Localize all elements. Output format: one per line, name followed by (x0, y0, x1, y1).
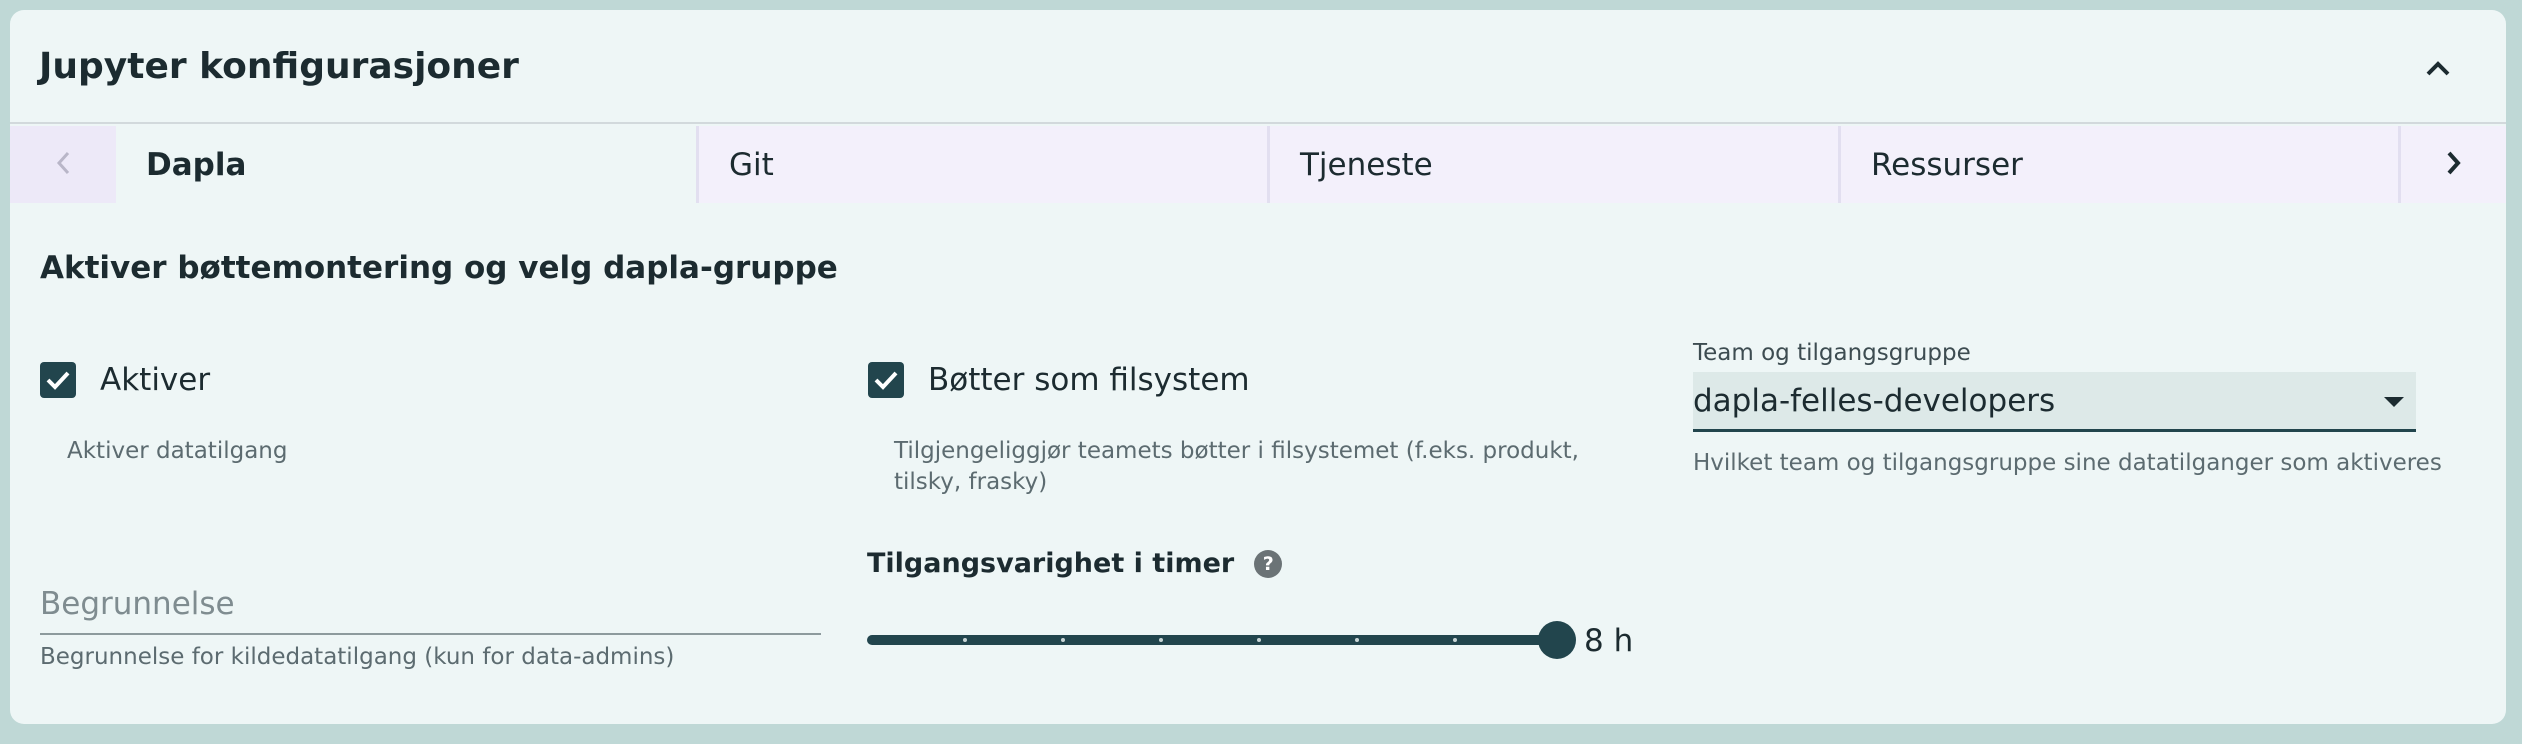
activate-checkbox[interactable]: Aktiver (40, 362, 210, 398)
tab-scroll-right-button[interactable] (2401, 126, 2506, 203)
panel-header: Jupyter konfigurasjoner (10, 10, 2506, 124)
question-icon[interactable]: ? (1254, 549, 1283, 578)
activate-label: Aktiver (100, 362, 211, 398)
tab-bar: Dapla Git Tjeneste Ressurser (10, 126, 2506, 203)
slider-mark (1355, 638, 1359, 642)
duration-value: 8 h (1584, 623, 1634, 659)
tab-scroll-left-button[interactable] (10, 126, 116, 203)
buckets-checkbox[interactable]: Bøtter som filsystem (868, 362, 1250, 398)
tab-label: Ressurser (1871, 146, 2023, 183)
team-select-helper-text: Hvilket team og tilgangsgruppe sine data… (1693, 450, 2442, 476)
section-title: Aktiver bøttemontering og velg dapla-gru… (40, 250, 838, 286)
checkbox-checked-icon (40, 362, 76, 398)
duration-slider[interactable] (867, 620, 1576, 660)
collapse-button[interactable] (2418, 50, 2458, 90)
duration-title-text: Tilgangsvarighet i timer (867, 548, 1235, 579)
chevron-left-icon (55, 150, 71, 180)
tab-tjeneste[interactable]: Tjeneste (1270, 126, 1841, 203)
tab-git[interactable]: Git (699, 126, 1270, 203)
tab-dapla[interactable]: Dapla (116, 126, 699, 203)
buckets-helper-text: Tilgjengeliggjør teamets bøtter i filsys… (894, 438, 1579, 495)
slider-mark (1257, 638, 1261, 642)
duration-title: Tilgangsvarighet i timer ? (867, 548, 1283, 579)
dropdown-arrow-icon (2384, 397, 2404, 407)
reason-input[interactable]: Begrunnelse (40, 575, 821, 635)
team-select-value: dapla-felles-developers (1693, 382, 2056, 419)
team-select-label: Team og tilgangsgruppe (1693, 340, 1971, 366)
panel-title: Jupyter konfigurasjoner (39, 46, 519, 87)
tab-label: Git (729, 146, 774, 183)
slider-mark (1061, 638, 1065, 642)
slider-mark (963, 638, 967, 642)
tab-ressurser[interactable]: Ressurser (1841, 126, 2401, 203)
tab-label: Tjeneste (1300, 146, 1433, 183)
chevron-right-icon (2446, 150, 2462, 180)
team-select[interactable]: dapla-felles-developers (1693, 372, 2416, 432)
checkbox-checked-icon (868, 362, 904, 398)
activate-helper-text: Aktiver datatilgang (67, 438, 288, 464)
tab-label: Dapla (146, 146, 247, 183)
reason-helper-text: Begrunnelse for kildedatatilgang (kun fo… (40, 644, 675, 670)
reason-placeholder: Begrunnelse (40, 586, 235, 622)
slider-mark (1159, 638, 1163, 642)
buckets-label: Bøtter som filsystem (928, 362, 1250, 398)
chevron-up-icon (2425, 59, 2451, 81)
slider-mark (1453, 638, 1457, 642)
jupyter-config-panel: Jupyter konfigurasjoner Dapla Git Tjenes… (10, 10, 2506, 724)
slider-thumb[interactable] (1538, 621, 1576, 659)
